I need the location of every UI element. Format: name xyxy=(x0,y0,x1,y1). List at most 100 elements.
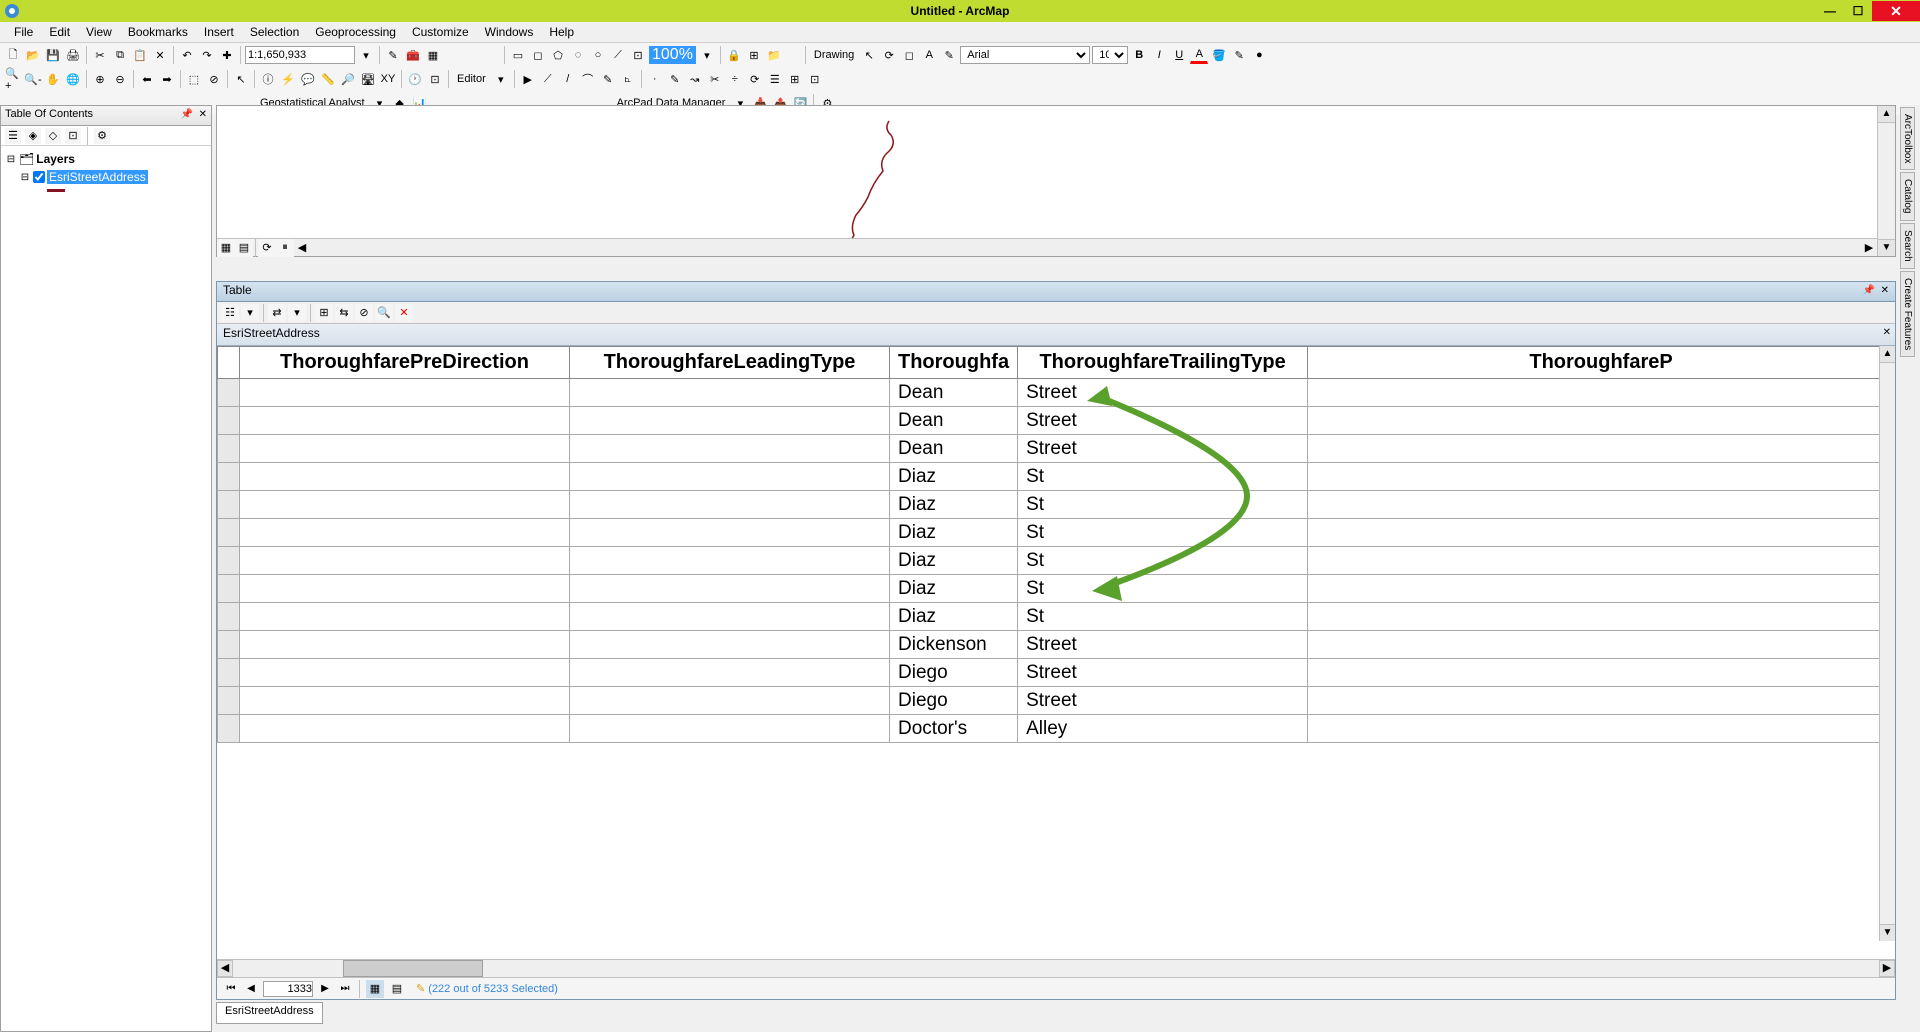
cell-trailingtype[interactable]: St xyxy=(1018,463,1308,491)
cell-trailingtype[interactable]: St xyxy=(1018,575,1308,603)
side-tab-search[interactable]: Search xyxy=(1900,223,1915,269)
record-number-input[interactable] xyxy=(263,981,313,997)
scale-dropdown-icon[interactable]: ▾ xyxy=(357,46,375,64)
table-dropdown2-icon[interactable]: ▾ xyxy=(288,304,306,322)
cell-trailingtype[interactable]: Street xyxy=(1018,687,1308,715)
layout-view-icon[interactable]: ▤ xyxy=(235,239,253,257)
cell-predirection[interactable] xyxy=(240,407,570,435)
row-header[interactable] xyxy=(218,379,240,407)
cell-predirection[interactable] xyxy=(240,575,570,603)
select-poly-icon[interactable]: ⬠ xyxy=(549,46,567,64)
cell-postdirection[interactable] xyxy=(1308,379,1895,407)
cell-predirection[interactable] xyxy=(240,435,570,463)
related-tables-icon[interactable]: ⇄ xyxy=(268,304,286,322)
close-button[interactable]: ✕ xyxy=(1872,1,1920,21)
cut-polygons-icon[interactable]: ✂ xyxy=(706,70,724,88)
switch-selection-icon[interactable]: ⇆ xyxy=(335,304,353,322)
hyperlink-icon[interactable]: ⚡ xyxy=(279,70,297,88)
select-features-icon[interactable]: ⬚ xyxy=(185,70,203,88)
cell-predirection[interactable] xyxy=(240,715,570,743)
cell-leadingtype[interactable] xyxy=(570,659,890,687)
toc-pin-icon[interactable]: 📌 xyxy=(181,109,193,120)
menu-windows[interactable]: Windows xyxy=(477,23,542,41)
cell-leadingtype[interactable] xyxy=(570,435,890,463)
python-icon[interactable]: ▦ xyxy=(424,46,442,64)
table-tab-close-icon[interactable]: ✕ xyxy=(1883,327,1891,338)
arc-segment-icon[interactable]: ⌒ xyxy=(579,70,597,88)
cell-thoroughfare[interactable]: Diaz xyxy=(890,519,1018,547)
cell-trailingtype[interactable]: St xyxy=(1018,519,1308,547)
menu-view[interactable]: View xyxy=(78,23,120,41)
table-row[interactable]: Diego Street xyxy=(218,687,1895,715)
toolbox-icon[interactable]: 🧰 xyxy=(404,46,422,64)
editor-toolbar-icon[interactable]: ✎ xyxy=(384,46,402,64)
cell-predirection[interactable] xyxy=(240,519,570,547)
cell-leadingtype[interactable] xyxy=(570,631,890,659)
cut-icon[interactable]: ✂ xyxy=(91,46,109,64)
cell-leadingtype[interactable] xyxy=(570,715,890,743)
refresh-icon[interactable]: ⟳ xyxy=(258,239,276,257)
row-header[interactable] xyxy=(218,407,240,435)
layer-name[interactable]: EsriStreetAddress xyxy=(47,170,148,184)
nav-prev-icon[interactable]: ◀ xyxy=(243,983,259,994)
table-row[interactable]: Diaz St xyxy=(218,603,1895,631)
cell-trailingtype[interactable]: Street xyxy=(1018,659,1308,687)
redo-icon[interactable]: ↷ xyxy=(198,46,216,64)
expand-icon[interactable]: ⊟ xyxy=(5,154,17,165)
opacity-dropdown-icon[interactable]: ▾ xyxy=(698,46,716,64)
italic-icon[interactable]: I xyxy=(1150,46,1168,64)
fixed-zoom-in-icon[interactable]: ⊕ xyxy=(91,70,109,88)
cell-leadingtype[interactable] xyxy=(570,603,890,631)
measure-icon[interactable]: 📏 xyxy=(319,70,337,88)
cell-postdirection[interactable] xyxy=(1308,715,1895,743)
row-header[interactable] xyxy=(218,631,240,659)
table-dropdown-icon[interactable]: ▾ xyxy=(241,304,259,322)
cell-predirection[interactable] xyxy=(240,631,570,659)
cell-trailingtype[interactable]: Alley xyxy=(1018,715,1308,743)
maximize-button[interactable]: ☐ xyxy=(1844,1,1872,21)
cell-predirection[interactable] xyxy=(240,463,570,491)
cell-thoroughfare[interactable]: Doctor's xyxy=(890,715,1018,743)
pause-icon[interactable]: ⏸ xyxy=(276,239,294,257)
hscroll-thumb[interactable] xyxy=(343,960,483,977)
prev-extent-icon[interactable]: ⬅ xyxy=(138,70,156,88)
table-horizontal-scrollbar[interactable]: ◀ ▶ xyxy=(217,959,1895,977)
menu-edit[interactable]: Edit xyxy=(41,23,78,41)
cell-leadingtype[interactable] xyxy=(570,463,890,491)
sketch-props-icon[interactable]: ⊞ xyxy=(786,70,804,88)
table-close-icon[interactable]: ✕ xyxy=(1881,285,1889,296)
zoom-selected-icon[interactable]: 🔍 xyxy=(375,304,393,322)
select-clear-icon[interactable]: ◻ xyxy=(529,46,547,64)
zoom-out-icon[interactable]: 🔍- xyxy=(24,70,42,88)
new-icon[interactable]: 🗋 xyxy=(4,46,22,64)
side-tab-catalog[interactable]: Catalog xyxy=(1900,172,1915,220)
hscroll-left-icon[interactable]: ◀ xyxy=(217,960,233,977)
cell-thoroughfare[interactable]: Dean xyxy=(890,435,1018,463)
show-all-icon[interactable]: ▦ xyxy=(366,980,384,998)
point-icon[interactable]: · xyxy=(646,70,664,88)
time-slider-icon[interactable]: 🕐 xyxy=(406,70,424,88)
col-trailingtype[interactable]: ThoroughfareTrailingType xyxy=(1018,347,1308,379)
cell-thoroughfare[interactable]: Dean xyxy=(890,379,1018,407)
cell-predirection[interactable] xyxy=(240,491,570,519)
fixed-zoom-out-icon[interactable]: ⊖ xyxy=(111,70,129,88)
cell-postdirection[interactable] xyxy=(1308,547,1895,575)
copy-icon[interactable]: ⧉ xyxy=(111,46,129,64)
cell-thoroughfare[interactable]: Dean xyxy=(890,407,1018,435)
attributes-icon[interactable]: ☰ xyxy=(766,70,784,88)
font-name-select[interactable]: Arial xyxy=(960,46,1090,64)
opacity-value[interactable]: 100% xyxy=(649,46,696,64)
cell-leadingtype[interactable] xyxy=(570,547,890,575)
cell-postdirection[interactable] xyxy=(1308,407,1895,435)
select-line-icon[interactable]: ⟋ xyxy=(609,46,627,64)
data-view-icon[interactable]: ▦ xyxy=(217,239,235,257)
toc-options-icon[interactable]: ⚙ xyxy=(94,128,110,144)
col-predirection[interactable]: ThoroughfarePreDirection xyxy=(240,347,570,379)
list-drawing-order-icon[interactable]: ☰ xyxy=(5,128,21,144)
list-visibility-icon[interactable]: ◇ xyxy=(45,128,61,144)
select-elements-icon[interactable]: ↖ xyxy=(232,70,250,88)
menu-insert[interactable]: Insert xyxy=(196,23,242,41)
pan-icon[interactable]: ✋ xyxy=(44,70,62,88)
delete-selected-icon[interactable]: ✕ xyxy=(395,304,413,322)
cell-leadingtype[interactable] xyxy=(570,687,890,715)
